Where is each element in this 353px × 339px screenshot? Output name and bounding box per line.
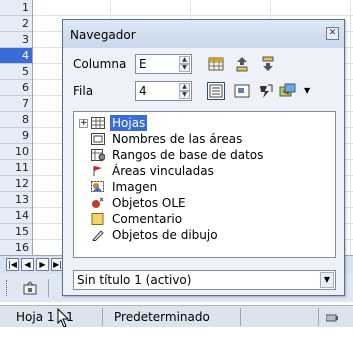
row-input[interactable]: 4: [139, 84, 147, 98]
first-sheet-button[interactable]: |◀: [6, 258, 19, 271]
tree-item-label: Áreas vinculadas: [112, 164, 214, 178]
tree-item-label: Comentario: [112, 212, 183, 226]
close-button[interactable]: ✕: [326, 27, 339, 40]
column-spinbox[interactable]: E ▲ ▼: [135, 54, 192, 74]
scenarios-icon[interactable]: [257, 82, 275, 100]
ole-object-icon: [91, 197, 105, 209]
navigator-title-bar[interactable]: Navegador ✕: [63, 20, 344, 48]
signature-icon[interactable]: [325, 312, 338, 322]
column-label: Columna: [73, 57, 127, 71]
image-icon: [91, 181, 105, 193]
tree-item-label: Rangos de base de datos: [112, 148, 264, 162]
row-number[interactable]: 12: [0, 176, 32, 192]
spin-down-button[interactable]: ▼: [179, 64, 190, 72]
navigator-window[interactable]: Navegador ✕ Columna E ▲ ▼ Fila 4 ▲ ▼ ▼ +: [62, 19, 345, 296]
document-select-value: Sin título 1 (activo): [77, 273, 192, 287]
row-number[interactable]: 16: [0, 240, 32, 256]
page-background: [0, 327, 353, 339]
row-number[interactable]: 7: [0, 96, 32, 112]
range-names-icon: [91, 133, 105, 145]
content-tree[interactable]: + Hojas Nombres de las áreas Rangos de b…: [73, 111, 336, 258]
row-gridline: [33, 15, 353, 16]
database-range-icon: [91, 149, 106, 161]
row-number[interactable]: 1: [0, 0, 32, 16]
next-sheet-button[interactable]: ▶: [36, 258, 49, 271]
status-separator: [102, 308, 103, 326]
row-number[interactable]: 6: [0, 80, 32, 96]
column-input[interactable]: E: [139, 57, 147, 71]
status-bar: Hoja 1 / 1 Predeterminado: [0, 305, 353, 328]
row-number[interactable]: 9: [0, 128, 32, 144]
data-range-icon[interactable]: [207, 55, 225, 73]
row-number[interactable]: 5: [0, 64, 32, 80]
toolbar-grip[interactable]: [6, 280, 9, 296]
row-number[interactable]: 15: [0, 224, 32, 240]
row-number[interactable]: 3: [0, 32, 32, 48]
row-number[interactable]: 10: [0, 144, 32, 160]
row-number[interactable]: 11: [0, 160, 32, 176]
mouse-cursor-icon: [57, 308, 70, 328]
toggle-icon[interactable]: [233, 82, 251, 100]
navigator-title: Navegador: [70, 28, 136, 42]
row-number[interactable]: 14: [0, 208, 32, 224]
spin-up-button[interactable]: ▲: [179, 83, 190, 91]
tree-item-label: Objetos OLE: [112, 196, 186, 210]
drawing-object-icon: [91, 229, 105, 242]
chevron-down-icon[interactable]: ▼: [304, 86, 310, 95]
comment-icon: [91, 213, 105, 225]
column-gridline: [350, 0, 351, 255]
close-icon: ✕: [328, 28, 337, 38]
start-icon[interactable]: [233, 55, 251, 73]
row-number[interactable]: 4: [0, 48, 32, 64]
expand-icon[interactable]: +: [79, 119, 88, 128]
row-number[interactable]: 13: [0, 192, 32, 208]
spin-down-button[interactable]: ▼: [179, 91, 190, 99]
spin-up-button[interactable]: ▲: [179, 56, 190, 64]
prev-sheet-button[interactable]: ◀: [21, 258, 34, 271]
sheet-grid-icon: [91, 117, 105, 129]
toolbar-separator: [48, 279, 49, 297]
end-icon[interactable]: [259, 55, 277, 73]
drag-mode-icon[interactable]: [279, 82, 297, 100]
tree-item-label: Hojas: [110, 115, 148, 131]
tree-item-label: Objetos de dibujo: [112, 228, 218, 242]
row-spinbox[interactable]: 4 ▲ ▼: [135, 81, 192, 101]
page-style[interactable]: Predeterminado: [114, 310, 210, 324]
document-select[interactable]: Sin título 1 (activo) ▼: [73, 270, 336, 290]
tree-item-label: Nombres de las áreas: [112, 132, 243, 146]
chevron-down-icon[interactable]: ▼: [320, 272, 334, 288]
row-number[interactable]: 8: [0, 112, 32, 128]
status-separator: [240, 308, 241, 326]
insert-object-icon[interactable]: [22, 280, 38, 296]
row-number[interactable]: 2: [0, 16, 32, 32]
tree-item-label: Imagen: [112, 180, 158, 194]
status-separator: [318, 308, 319, 326]
row-label: Fila: [73, 84, 94, 98]
linked-area-icon: [91, 165, 105, 177]
contents-toggle-icon[interactable]: [207, 82, 225, 100]
